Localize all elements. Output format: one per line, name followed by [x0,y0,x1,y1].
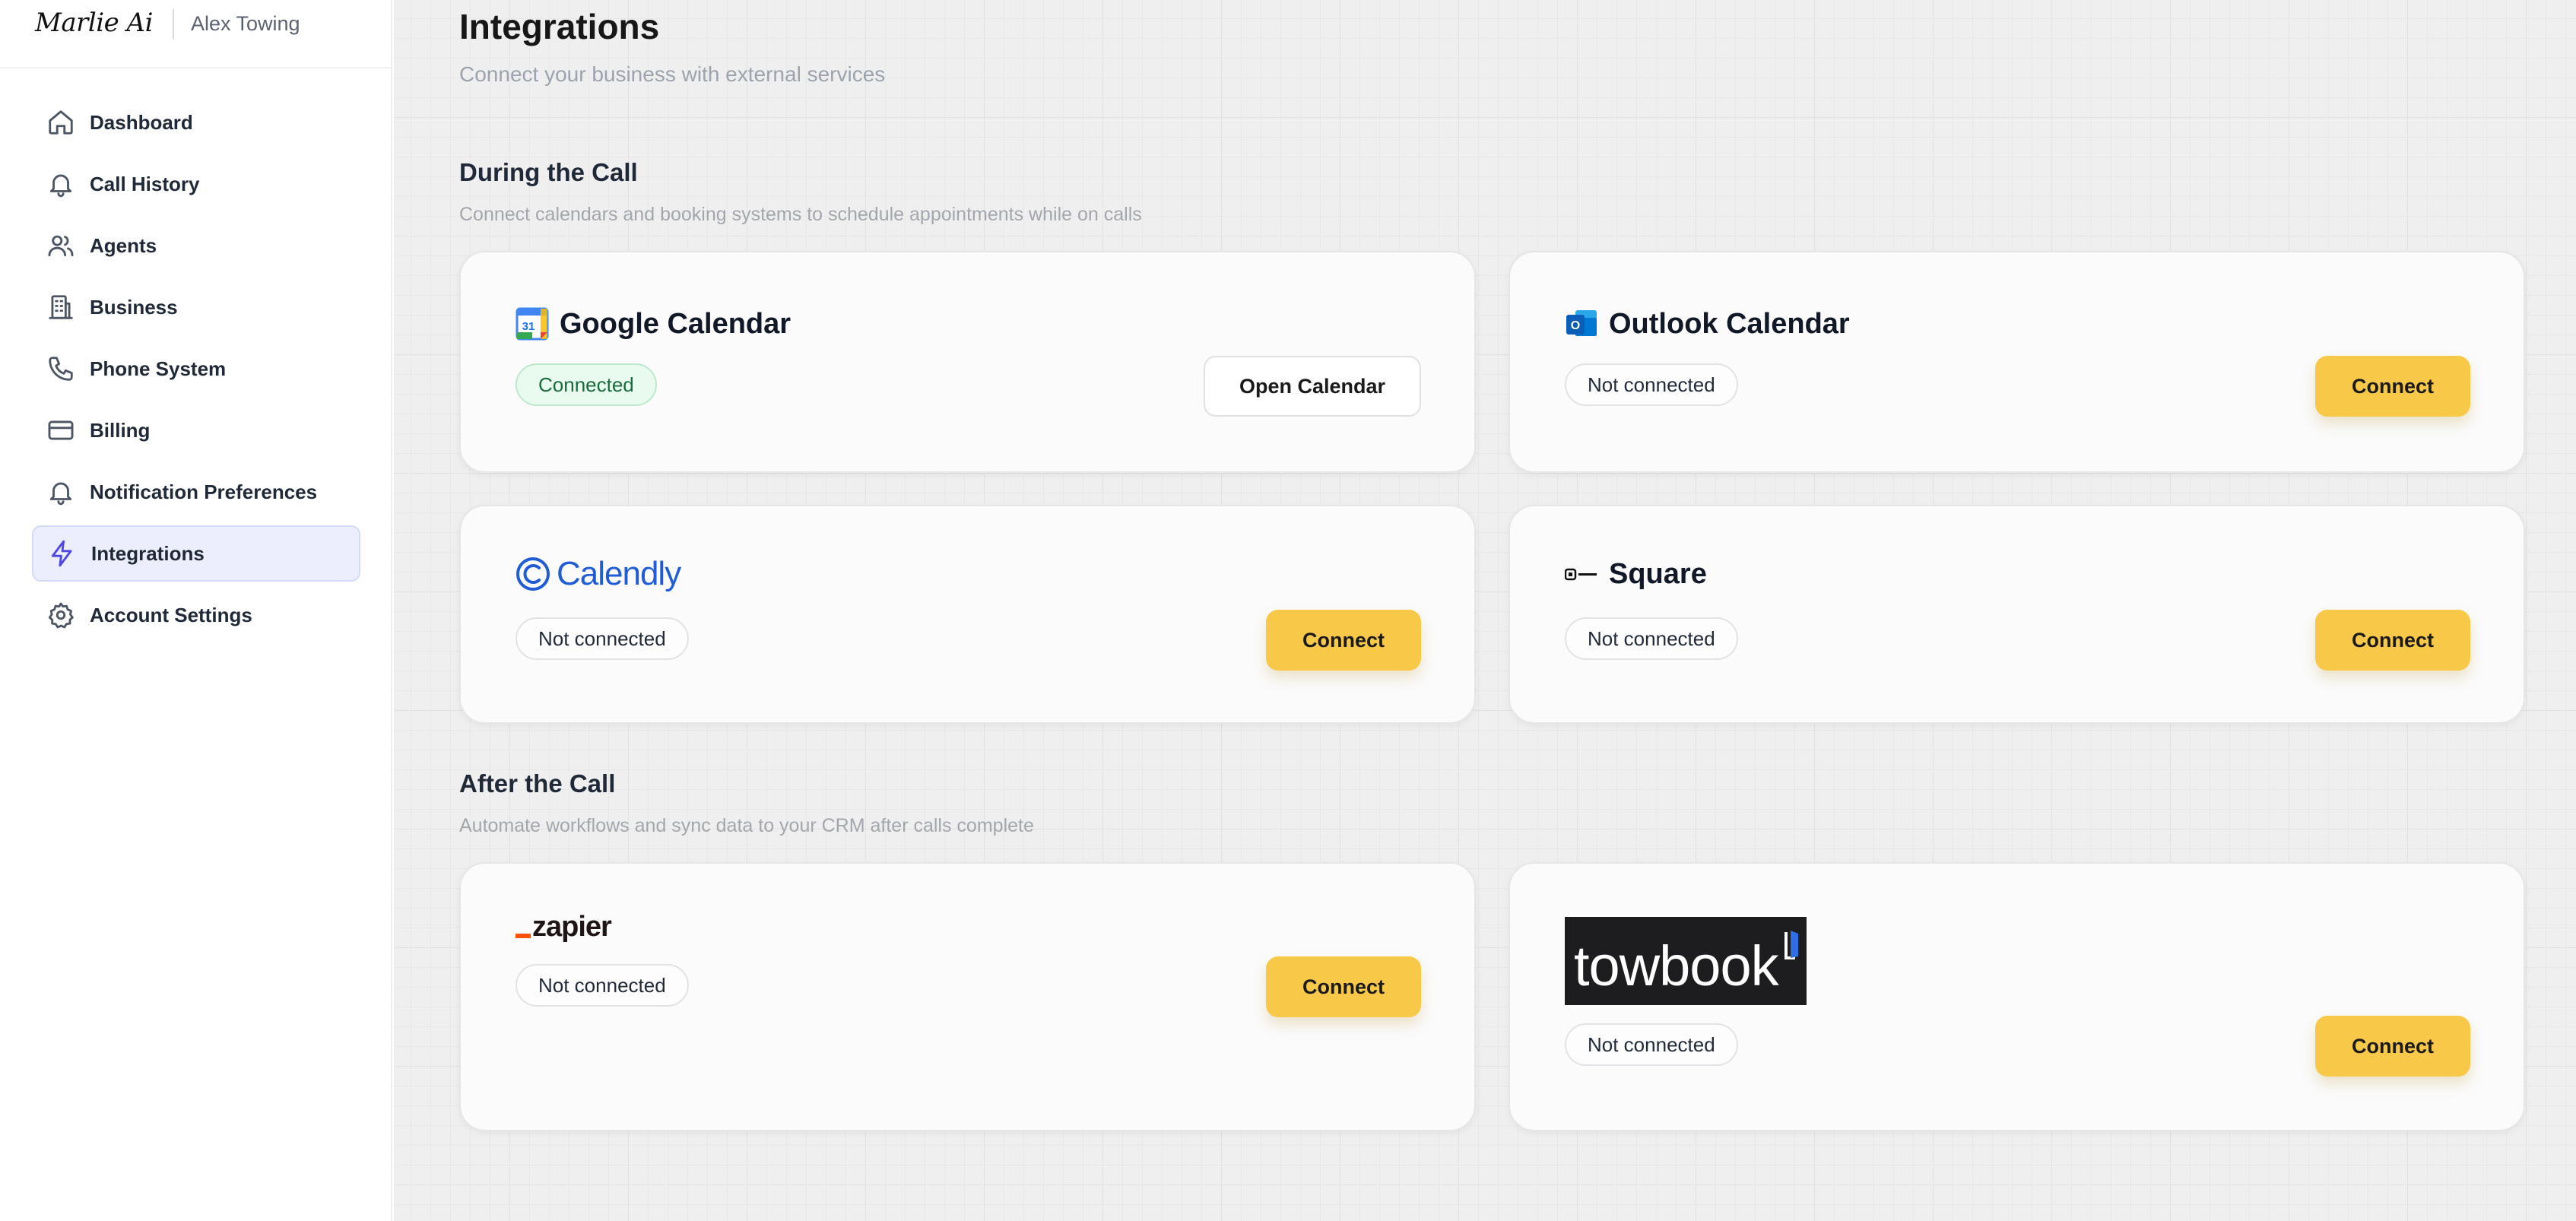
integration-card-zapier: zapier Not connected Connect [459,862,1476,1131]
square-icon [1565,568,1597,580]
page-subtitle: Connect your business with external serv… [459,62,886,86]
sidebar-item-label: Account Settings [90,603,252,626]
calendly-wordmark: Calendly [557,555,681,592]
section-title-after-call: After the Call [459,769,616,798]
zapier-wordmark: zapier [532,911,612,943]
card-title: O Outlook Calendar [1565,307,1850,341]
zapier-logo: zapier [516,911,612,944]
integration-card-calendly: Calendly Not connected Connect [459,505,1476,724]
brand-logo[interactable]: Marlie Ai [35,8,153,38]
sidebar-item-label: Dashboard [90,110,193,134]
card-title: Square [1565,558,1707,591]
integration-card-towbook: towbook Not connected Connect [1508,862,2525,1131]
page-title: Integrations [459,7,660,46]
bell-icon [46,477,76,507]
sidebar-item-billing[interactable]: Billing [32,402,360,458]
towbook-mark-icon [1784,931,1798,959]
sidebar-item-phone-system[interactable]: Phone System [32,341,360,397]
open-calendar-button[interactable]: Open Calendar [1204,356,1421,417]
calendly-icon [516,557,550,591]
sidebar-item-label: Phone System [90,357,227,380]
sidebar-item-label: Agents [90,233,157,257]
integration-name: Google Calendar [560,307,792,340]
zapier-underscore-mark [516,933,531,938]
sidebar-item-business[interactable]: Business [32,279,360,335]
status-badge-not-connected: Not connected [516,617,689,660]
users-icon [46,230,76,261]
sidebar-item-account-settings[interactable]: Account Settings [32,587,360,643]
google-calendar-icon: 31 [516,307,549,341]
status-badge-connected: Connected [516,363,657,406]
sidebar-item-label: Billing [90,418,151,442]
lightning-icon [47,538,78,569]
credit-card-icon [46,415,76,446]
integration-card-square: Square Not connected Connect [1508,505,2525,724]
status-badge-not-connected: Not connected [1565,1023,1738,1066]
home-icon [46,107,76,138]
connect-button-outlook[interactable]: Connect [2315,356,2470,417]
status-badge-not-connected: Not connected [1565,363,1738,406]
sidebar-item-integrations[interactable]: Integrations [32,525,360,582]
building-icon [46,292,76,322]
sidebar-item-label: Notification Preferences [90,480,318,503]
card-title: 31 Google Calendar [516,307,791,341]
towbook-wordmark: towbook [1574,934,1779,997]
brand-header: Marlie Ai Alex Towing [0,0,391,68]
sidebar-item-label: Call History [90,172,200,195]
brand-divider [172,9,174,40]
section-title-during-call: During the Call [459,158,638,186]
outlook-icon-letter: O [1571,319,1580,332]
connect-button-zapier[interactable]: Connect [1266,956,1421,1017]
integration-card-outlook-calendar: O Outlook Calendar Not connected Connect [1508,251,2525,473]
integration-name: Outlook Calendar [1609,307,1850,340]
connect-button-square[interactable]: Connect [2315,610,2470,671]
sidebar-item-agents[interactable]: Agents [32,217,360,274]
company-name: Alex Towing [190,11,300,35]
calendly-logo: Calendly [516,555,681,593]
sidebar-item-notification-preferences[interactable]: Notification Preferences [32,464,360,520]
connect-button-calendly[interactable]: Connect [1266,610,1421,671]
section-subtitle-during-call: Connect calendars and booking systems to… [459,204,1142,225]
phone-icon [46,354,76,384]
google-calendar-icon-date: 31 [522,320,535,333]
sidebar-item-call-history[interactable]: Call History [32,156,360,212]
section-subtitle-after-call: Automate workflows and sync data to your… [459,815,1034,836]
integration-card-google-calendar: 31 Google Calendar Connected Open Calend… [459,251,1476,473]
sidebar-item-label: Integrations [91,541,205,565]
status-badge-not-connected: Not connected [1565,617,1738,660]
connect-button-towbook[interactable]: Connect [2315,1016,2470,1077]
sidebar-item-label: Business [90,295,178,319]
outlook-icon: O [1566,310,1597,336]
integration-name: Square [1609,558,1707,590]
sidebar-nav: Dashboard Call History Agents Business P… [32,94,360,649]
bell-icon [46,169,76,199]
main-content: Integrations Connect your business with … [394,0,2576,1221]
status-badge-not-connected: Not connected [516,964,689,1007]
gear-icon [46,600,76,630]
sidebar-item-dashboard[interactable]: Dashboard [32,94,360,151]
towbook-logo: towbook [1565,917,1807,1005]
sidebar: Marlie Ai Alex Towing Dashboard Call His… [0,0,392,1221]
